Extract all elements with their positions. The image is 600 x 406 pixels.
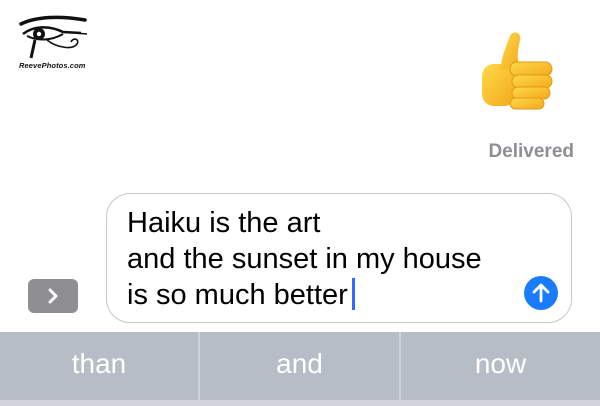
chevron-right-icon xyxy=(48,288,58,304)
suggestion-than[interactable]: than xyxy=(0,332,198,396)
arrow-up-icon xyxy=(532,283,550,303)
watermark-logo: ReevePhotos.com xyxy=(17,14,89,74)
expand-apps-button[interactable] xyxy=(28,279,78,313)
suggestion-and[interactable]: and xyxy=(200,332,399,396)
message-line-2: and the sunset in my house xyxy=(127,243,482,275)
eye-of-horus-icon xyxy=(19,15,88,59)
predictive-text-bar: than and now xyxy=(0,332,600,406)
delivered-status: Delivered xyxy=(488,141,574,162)
message-line-1: Haiku is the art xyxy=(127,207,321,239)
message-line-3-wrap: is so much better xyxy=(127,277,482,313)
watermark-text: ReevePhotos.com xyxy=(19,61,86,70)
message-line-3: is so much better xyxy=(127,279,348,311)
send-button[interactable] xyxy=(524,276,558,310)
message-input-text: Haiku is the art and the sunset in my ho… xyxy=(127,205,482,313)
keyboard-top-edge xyxy=(0,400,600,406)
thumbs-up-emoji[interactable] xyxy=(476,26,562,120)
messages-screen: ReevePhotos.com Delivered Haiku is the a… xyxy=(0,0,600,406)
text-cursor xyxy=(351,278,355,310)
message-input[interactable]: Haiku is the art and the sunset in my ho… xyxy=(106,193,572,323)
suggestion-now[interactable]: now xyxy=(401,332,600,396)
